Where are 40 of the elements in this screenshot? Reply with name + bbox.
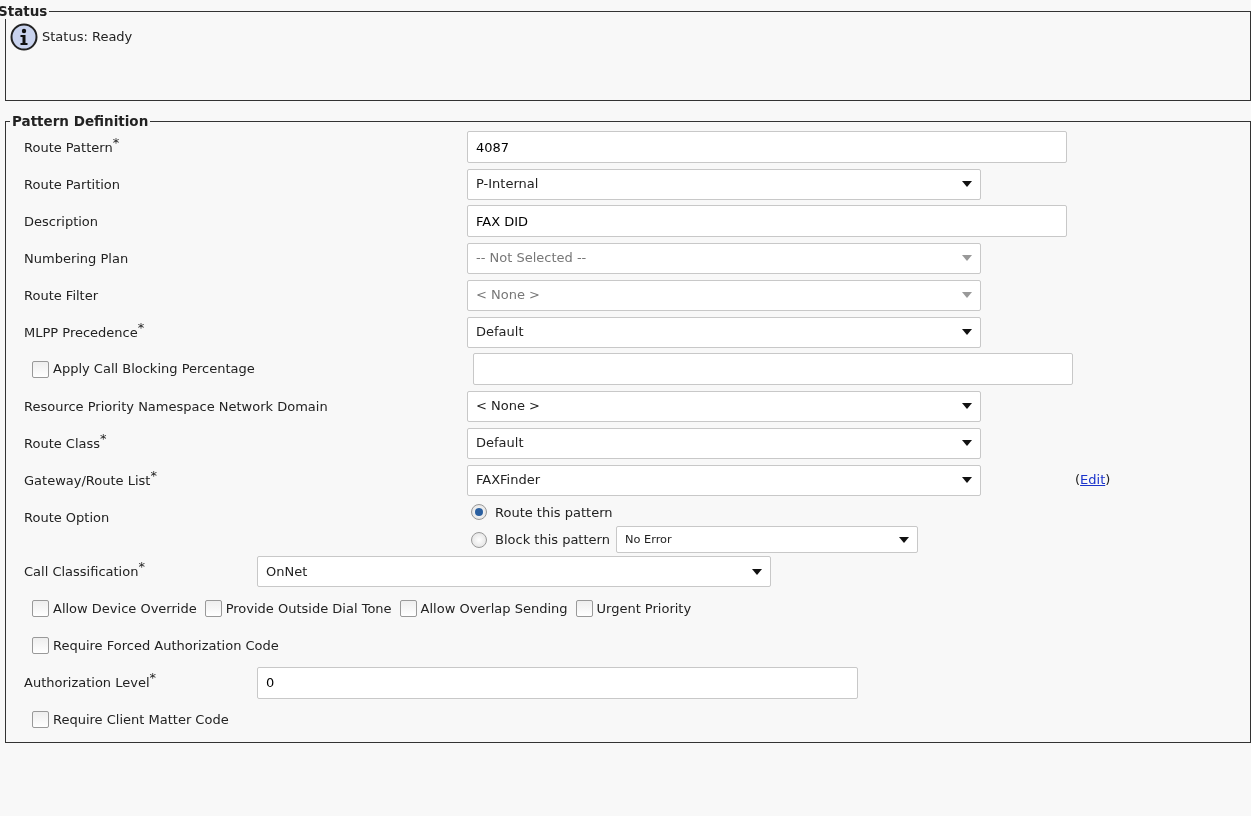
dropdown[interactable]: Default — [467, 316, 981, 348]
caret-icon — [962, 403, 972, 409]
field-label: Route Partition — [24, 175, 122, 194]
field-label: Route Filter — [24, 286, 100, 305]
field-label: Resource Priority Namespace Network Domain — [24, 397, 329, 416]
caret-icon — [962, 255, 972, 261]
text-field[interactable]: 4087 — [467, 131, 1067, 163]
dropdown[interactable]: FAXFinder — [467, 464, 981, 496]
edit-link-text: (Edit) — [1075, 471, 1111, 490]
caret-icon — [898, 536, 909, 543]
caret-icon — [962, 292, 972, 298]
checkbox[interactable]: Allow Device Override — [32, 598, 197, 619]
field-label: Description — [24, 212, 100, 231]
caret-icon — [962, 477, 972, 483]
dropdown[interactable]: OnNet — [257, 556, 771, 587]
dropdown[interactable]: P-Internal — [467, 168, 981, 200]
caret-icon — [752, 568, 762, 575]
text-field[interactable]: FAX DID — [467, 205, 1067, 237]
caret-icon — [962, 181, 972, 187]
checkbox[interactable]: Urgent Priority — [575, 598, 692, 619]
field-label: Numbering Plan — [24, 249, 130, 268]
text-field[interactable]: 0 — [257, 666, 858, 699]
edit-link[interactable]: Edit — [1080, 472, 1106, 488]
checkbox[interactable]: Require Client Matter Code — [32, 709, 229, 730]
radio-option[interactable]: Route this pattern — [471, 502, 613, 522]
info-icon — [10, 22, 38, 51]
dropdown[interactable]: Default — [467, 427, 981, 459]
checkbox[interactable]: Require Forced Authorization Code — [32, 635, 279, 656]
section-title: Pattern Definition — [11, 115, 150, 129]
dropdown[interactable]: < None > — [467, 390, 981, 422]
dropdown[interactable]: No Error — [615, 526, 918, 553]
field-label: Route Option — [24, 508, 111, 527]
checkbox[interactable]: Provide Outside Dial Tone — [204, 598, 392, 619]
radio-option[interactable]: Block this pattern — [471, 529, 610, 550]
text-field[interactable] — [473, 353, 1073, 385]
status-message: Status: Ready — [42, 27, 133, 46]
caret-icon — [962, 440, 972, 446]
checkbox[interactable]: Allow Overlap Sending — [399, 598, 568, 619]
caret-icon — [962, 329, 972, 335]
checkbox[interactable]: Apply Call Blocking Percentage — [32, 359, 475, 379]
